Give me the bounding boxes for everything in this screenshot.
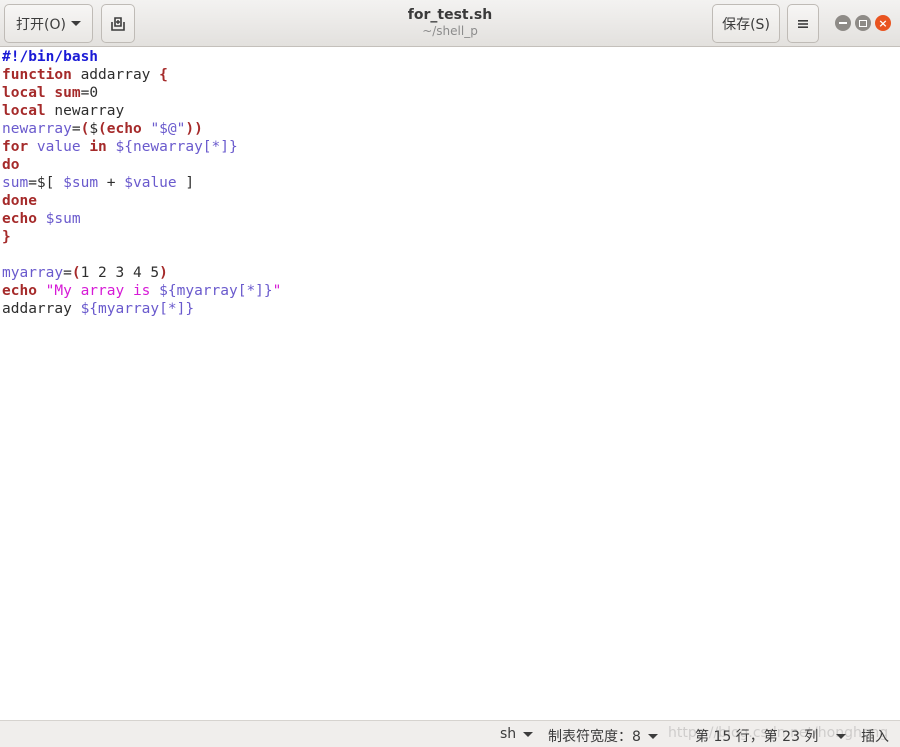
code-token: echo [2,211,37,227]
close-icon[interactable]: × [875,15,891,31]
code-token: ( [71,265,81,281]
code-token: )) [185,121,203,137]
code-line: local sum=0 [2,84,900,102]
window-title: for_test.sh [407,7,493,23]
code-token: 1 2 3 4 5 [80,265,160,281]
code-line: local newarray [2,102,900,120]
chevron-down-icon [70,21,81,26]
open-button-label: 打开(O) [16,16,66,33]
code-token: ] [176,175,195,191]
code-token: } [2,229,11,245]
code-token: "My array is [45,283,160,299]
window-title-area: for_test.sh ~/shell_p [300,7,600,39]
code-token: newarray [45,103,125,119]
code-token: value [28,139,90,155]
code-line: done [2,192,900,210]
hamburger-menu-icon [798,19,808,28]
window-subtitle: ~/shell_p [422,24,478,38]
code-token: sum [2,175,29,191]
code-token: $value [124,175,177,191]
code-token: local [2,85,46,101]
code-token: + [98,175,125,191]
maximize-icon[interactable] [855,15,871,31]
cursor-position-label: 第 15 行，第 23 列 [695,729,819,745]
code-token: = [63,265,72,281]
code-token: =$[ [28,175,64,191]
chevron-down-icon [647,733,658,739]
status-bar: sh 制表符宽度：8 https://blog.csdn.net/honghon… [0,720,900,747]
insert-mode-indicator: 插入 [861,726,889,746]
code-token: addarray [2,301,81,317]
code-token: $sum [63,175,99,191]
code-token: ( [98,121,107,137]
code-token: for [2,139,29,155]
open-button[interactable]: 打开(O) [4,4,93,43]
code-token: addarray [71,67,160,83]
code-line: for value in ${newarray[*]} [2,138,900,156]
code-line: do [2,156,900,174]
chevron-down-icon [523,731,534,737]
new-document-button[interactable] [101,4,135,43]
code-token: newarray [2,121,72,137]
code-token: do [2,157,20,173]
save-button-label: 保存(S) [722,16,770,33]
code-token: local [2,103,46,119]
code-line: echo $sum [2,210,900,228]
tab-width-selector[interactable]: 制表符宽度：8 [548,726,658,746]
code-token: ) [159,265,168,281]
code-token: ${myarray[*]} [159,283,273,299]
new-document-icon [111,16,125,31]
code-token: ${myarray[*]} [80,301,195,317]
tab-width-label: 制表符宽度：8 [548,729,641,745]
cursor-position-selector[interactable]: 第 15 行，第 23 列 [695,726,847,746]
code-token: ${newarray[*]} [106,139,238,155]
code-token: myarray [2,265,64,281]
code-line: function addarray { [2,66,900,84]
code-token: done [2,193,37,209]
code-token: = [71,121,81,137]
code-line: addarray ${myarray[*]} [2,300,900,318]
code-token: "$@" [150,121,186,137]
code-line: myarray=(1 2 3 4 5) [2,264,900,282]
code-token: { [159,67,168,83]
code-token: " [272,283,282,299]
code-token: in [89,139,107,155]
language-selector[interactable]: sh [500,726,534,742]
code-line: echo "My array is ${myarray[*]}" [2,282,900,300]
code-line: sum=$[ $sum + $value ] [2,174,900,192]
code-token: $ [89,121,99,137]
code-token: echo [2,283,37,299]
language-label: sh [500,726,517,742]
code-token: #!/bin/bash [2,49,99,65]
minimize-icon[interactable] [835,15,851,31]
save-button[interactable]: 保存(S) [712,4,780,43]
code-token: echo [106,121,142,137]
chevron-down-icon [836,733,847,739]
code-editor[interactable]: #!/bin/bash function addarray {local sum=… [0,47,900,720]
code-line: } [2,228,900,246]
code-token: function [2,67,72,83]
code-line: #!/bin/bash [2,48,900,66]
code-line: newarray=($(echo "$@")) [2,120,900,138]
code-token: $sum [45,211,81,227]
header-bar: 打开(O) for_test.sh ~/shell_p 保存(S) × [0,0,900,47]
code-token: =0 [80,85,99,101]
insert-mode-label: 插入 [861,729,889,745]
menu-button[interactable] [787,4,819,43]
code-token: sum [54,85,81,101]
code-token: ( [80,121,90,137]
